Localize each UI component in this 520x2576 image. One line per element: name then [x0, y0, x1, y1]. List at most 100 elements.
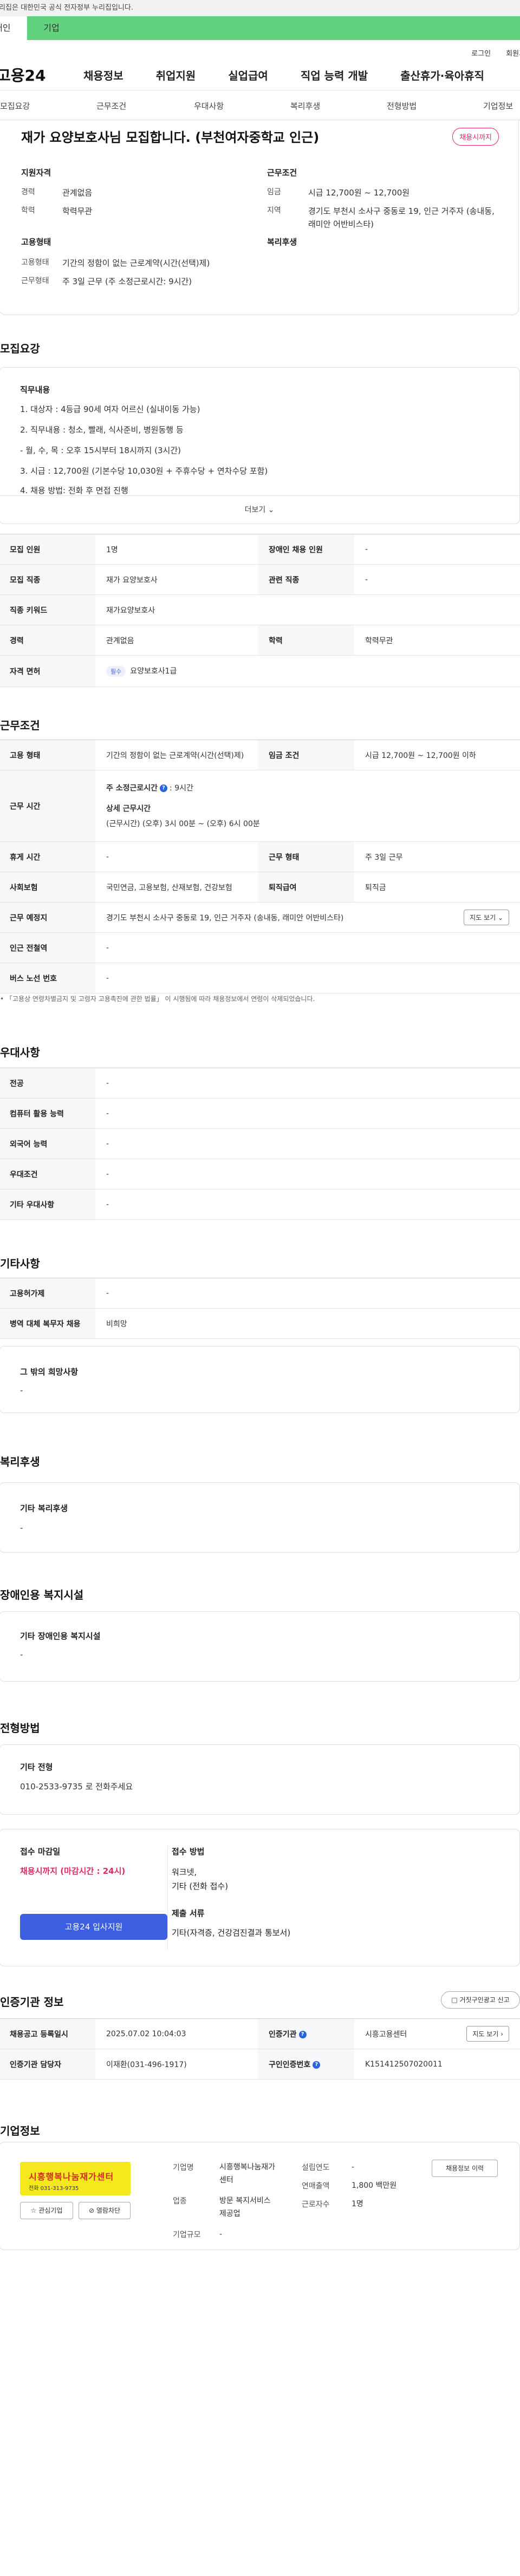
apply-card: 접수 마감일 채용시까지 (마감시간 : 24시) 고용24 입사지원 접수 방… — [0, 1829, 520, 1966]
table-row: 전공 - — [0, 1068, 520, 1099]
duty-heading: 직무내용 — [20, 385, 50, 395]
job-title: 재가 요양보호사님 모집합니다. (부천여자중학교 인근) — [21, 130, 320, 145]
recruit-table: 모집 인원 1명 장애인 채용 인원 - 모집 직종 재가 요양보호사 관련 직… — [0, 534, 520, 687]
signup-link[interactable]: 회원가입 — [506, 48, 520, 60]
summary-work-form: 근무형태 주 3일 근무 (주 소정근로시간: 9시간) — [21, 277, 192, 286]
favorite-company-button[interactable]: ☆ 관심기업 — [20, 2202, 73, 2219]
table-row: 근무 시간 주 소정근로시간?: 9시간 상세 근무시간 (근무시간) (오후)… — [0, 770, 520, 842]
conditions-heading: 근무조건 — [267, 168, 297, 178]
table-row: 휴게 시간 - 근무 형태 주 3일 근무 — [0, 841, 520, 872]
job-summary-card: 재가 요양보호사님 모집합니다. (부천여자중학교 인근) 채용시까지 지원자격… — [0, 120, 519, 315]
deadline-value: 채용시까지 (마감시간 : 24시) — [20, 1866, 126, 1876]
gov-notice: 이 누리집은 대한민국 공식 전자정부 누리집입니다. — [0, 4, 133, 12]
etc-table: 고용허가제 - 병역 대체 복무자 채용 비희망 — [0, 1278, 520, 1339]
section-tabs: 모집요강 근무조건 우대사항 복리후생 전형방법 기업정보 — [0, 90, 520, 120]
table-row: 우대조건 - — [0, 1159, 520, 1189]
star-icon: ☆ — [30, 2207, 37, 2214]
work-section-title: 근무조건 — [0, 719, 40, 732]
duty-box: 직무내용 1. 대상자 : 4등급 90세 여자 어르신 (실내이동 가능) 2… — [0, 367, 520, 524]
more-button[interactable]: 더보기 ⌄ — [0, 495, 519, 524]
selection-section-title: 전형방법 — [0, 1722, 40, 1735]
duty-line: 1. 대상자 : 4등급 90세 여자 어르신 (실내이동 가능) — [20, 404, 200, 414]
gnb-unemployment-benefit[interactable]: 실업급여 — [228, 67, 268, 83]
utility-links: 로그인 회원가입 — [0, 40, 520, 60]
cert-section-title: 인증기관 정보 — [0, 1996, 64, 2009]
tab-company[interactable]: 기업정보 — [483, 100, 513, 112]
divider — [167, 1846, 168, 1950]
table-row: 컴퓨터 활용 능력 - — [0, 1098, 520, 1129]
cert-map-button[interactable]: 지도 보기 › — [466, 2026, 509, 2042]
table-row: 직종 키워드 재가요양보호사 — [0, 594, 520, 625]
gnb-employment-support[interactable]: 취업지원 — [156, 67, 196, 83]
table-row: 인증기관 담당자 이재환(031-496-1917) 구인인증번호? K1514… — [0, 2049, 520, 2080]
welfare-section-title: 복리후생 — [0, 1455, 40, 1468]
tab-selection[interactable]: 전형방법 — [387, 100, 417, 112]
table-row: 버스 노선 번호 - — [0, 963, 520, 993]
summary-area: 지역 경기도 부천시 소사구 중동로 19, 인근 거주자 (송내동, 래미안 어반… — [267, 206, 495, 229]
tab-work-conditions[interactable]: 근무조건 — [96, 100, 126, 112]
welfare-card: 기타 복리후생 - — [0, 1482, 520, 1553]
age-notice: • 「고용상 연령차별금지 및 고령자 고용촉진에 관한 법률」 이 시행됨에 … — [0, 995, 315, 1003]
company-card: 시흥행복나눔재가센터 전화 031-313-9735 ☆ 관심기업 ⊘ 열람차단… — [0, 2142, 520, 2250]
company-logo: 시흥행복나눔재가센터 전화 031-313-9735 — [20, 2162, 131, 2195]
report-false-ad-button[interactable]: □ 거짓구인광고 신고 — [441, 1991, 520, 2009]
chevron-down-icon: ⌄ — [268, 506, 275, 514]
block-icon: ⊘ — [88, 2207, 95, 2214]
info-icon[interactable]: ? — [160, 784, 168, 792]
table-row: 모집 인원 1명 장애인 채용 인원 - — [0, 534, 520, 565]
welfare-heading: 복리후생 — [267, 237, 297, 247]
gnb-vocational-training[interactable]: 직업 능력 개발 — [301, 67, 368, 83]
deadline-badge: 채용시까지 — [452, 128, 499, 146]
duty-line: 4. 채용 방법: 전화 후 면접 진행 — [20, 486, 128, 495]
pref-section-title: 우대사항 — [0, 1046, 40, 1059]
map-view-button[interactable]: 지도 보기 ⌄ — [464, 910, 509, 925]
info-icon[interactable]: ? — [313, 2061, 321, 2069]
summary-wage: 임금 시급 12,700원 ~ 12,700원 — [267, 188, 410, 198]
gnb-parental-leave[interactable]: 출산휴가·육아휴직 — [400, 67, 484, 83]
duty-line: 2. 직무내용 : 청소, 빨래, 식사준비, 병원동행 등 — [20, 425, 184, 435]
apply-button[interactable]: 고용24 입사지원 — [20, 1914, 167, 1940]
duty-line: 3. 시급 : 12,700원 (기본수당 10,030원 + 주휴수당 + 연… — [20, 466, 268, 476]
info-icon[interactable]: ? — [298, 2030, 307, 2038]
table-row: 고용 형태 기간의 정함이 없는 근로계약(시간(선택)제) 임금 조건 시급 … — [0, 740, 520, 770]
table-row: 기타 우대사항 - — [0, 1189, 520, 1220]
apply-method: 워크넷, 기타 (전화 접수) — [172, 1867, 229, 1891]
duty-line: - 월, 수, 목 : 오후 15시부터 18시까지 (3시간) — [20, 446, 181, 455]
facility-card: 기타 장애인용 복지시설 - — [0, 1611, 520, 1682]
tab-recruit[interactable]: 모집요강 — [0, 100, 30, 112]
table-row: 자격 면허 필수 요양보호사1급 — [0, 655, 520, 687]
table-row: 근무 예정지 경기도 부천시 소사구 중동로 19, 인근 거주자 (송내동, … — [0, 902, 520, 933]
tab-welfare[interactable]: 복리후생 — [290, 100, 320, 112]
table-row: 고용허가제 - — [0, 1278, 520, 1309]
site-tab-business[interactable]: 기업 — [27, 16, 76, 40]
tab-preferences[interactable]: 우대사항 — [194, 100, 224, 112]
hiring-history-button[interactable]: 채용정보 이력 — [432, 2160, 498, 2177]
required-chip: 필수 — [106, 666, 126, 677]
company-name: 시흥행복나눔재가 센터 — [219, 2163, 276, 2185]
facility-section-title: 장애인용 복지시설 — [0, 1588, 84, 1601]
table-row: 인근 전철역 - — [0, 932, 520, 963]
table-row: 사회보험 국민연금, 고용보험, 산재보험, 건강보험 퇴직급여 퇴직금 — [0, 872, 520, 903]
summary-employment-type: 고용형태 기간의 정함이 없는 근로계약(시간(선택)제) — [21, 258, 210, 268]
table-row: 모집 직종 재가 요양보호사 관련 직종 - — [0, 564, 520, 595]
gnb-job-info[interactable]: 채용정보 — [83, 67, 123, 83]
table-row: 경력 관계없음 학력 학력무관 — [0, 625, 520, 656]
company-section-title: 기업정보 — [0, 2124, 40, 2137]
site-logo[interactable]: 고용24 — [0, 64, 51, 86]
apply-docs: 기타(자격증, 건강검진결과 통보서) — [172, 1928, 291, 1938]
block-view-button[interactable]: ⊘ 열람차단 — [79, 2202, 131, 2219]
pref-table: 전공 - 컴퓨터 활용 능력 - 외국어 능력 - 우대조건 - 기타 우대사항 - — [0, 1068, 520, 1220]
company-industry: 방문 복지서비스 제공업 — [219, 2196, 271, 2218]
employment-heading: 고용형태 — [21, 237, 51, 247]
site-tab-personal[interactable]: 개인 — [0, 16, 27, 40]
alert-icon: □ — [451, 1996, 458, 2004]
gov-notice-bar: 이 누리집은 대한민국 공식 전자정부 누리집입니다. — [0, 0, 520, 16]
recruit-section-title: 모집요강 — [0, 342, 40, 355]
table-row: 병역 대체 복무자 채용 비희망 — [0, 1308, 520, 1339]
work-table: 고용 형태 기간의 정함이 없는 근로계약(시간(선택)제) 임금 조건 시급 … — [0, 740, 520, 993]
site-tabs: 개인 기업 — [0, 16, 520, 40]
summary-education: 학력 학력무관 — [21, 206, 93, 216]
table-row: 채용공고 등록일시 2025.07.02 10:04:03 인증기관? 시흥고용… — [0, 2018, 520, 2049]
login-link[interactable]: 로그인 — [471, 48, 491, 60]
main-navigation: 고용24 채용정보 취업지원 실업급여 직업 능력 개발 출산휴가·육아휴직 — [0, 60, 520, 90]
